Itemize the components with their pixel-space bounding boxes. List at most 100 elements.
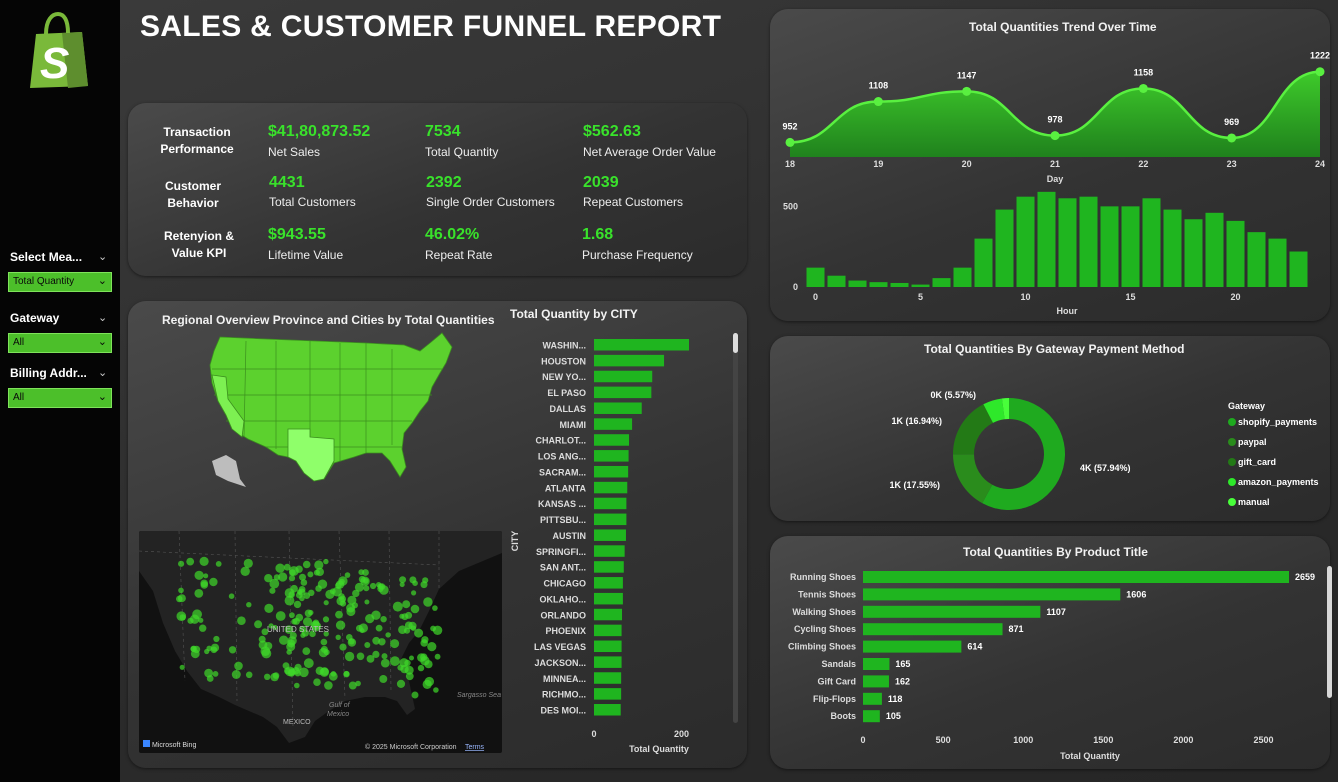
day-point[interactable] <box>785 137 795 147</box>
city-bar[interactable] <box>594 656 622 668</box>
map-bubble <box>295 613 304 622</box>
city-bar[interactable] <box>594 545 625 557</box>
product-bar[interactable] <box>863 605 1041 618</box>
product-bar[interactable] <box>863 692 882 705</box>
product-bar[interactable] <box>863 675 889 688</box>
map-bubble <box>300 579 308 586</box>
hour-bar[interactable] <box>1058 198 1077 287</box>
day-point[interactable] <box>962 86 972 96</box>
hour-bar[interactable] <box>1184 219 1203 287</box>
hour-bar[interactable] <box>911 284 930 287</box>
legend-item[interactable]: gift_card <box>1238 457 1276 467</box>
city-bar[interactable] <box>594 688 622 700</box>
hour-bar[interactable] <box>1205 212 1224 287</box>
hour-bar[interactable] <box>1016 196 1035 287</box>
product-bar-chart[interactable]: Running Shoes 2659 Tennis Shoes 1606 Walking… <box>770 536 1330 769</box>
city-bar[interactable] <box>594 529 626 541</box>
city-bar[interactable] <box>594 640 622 653</box>
day-point[interactable] <box>1050 131 1060 141</box>
hour-bar[interactable] <box>1226 220 1245 287</box>
day-point[interactable] <box>1138 83 1148 93</box>
product-bar[interactable] <box>863 640 962 653</box>
chevron-down-icon[interactable]: ⌄ <box>98 250 107 263</box>
city-bar[interactable] <box>594 561 624 573</box>
sidebar: S Select Mea... ⌄ Total Quantity ⌄ Gatew… <box>0 0 120 782</box>
measure-select[interactable]: Total Quantity ⌄ <box>8 272 112 292</box>
hour-bar[interactable] <box>1289 251 1308 287</box>
hour-bar[interactable] <box>848 280 867 287</box>
trend-charts[interactable]: 952 18 1108 19 1147 20 978 21 1158 22 969 23 1222 24 D… <box>770 9 1330 321</box>
hour-bar[interactable] <box>1100 206 1119 287</box>
product-bar[interactable] <box>863 710 880 723</box>
map-bubble <box>286 642 296 652</box>
product-bar[interactable] <box>863 588 1121 601</box>
hour-bar[interactable] <box>974 238 993 287</box>
legend-item[interactable]: amazon_payments <box>1238 477 1319 487</box>
city-bar[interactable] <box>594 672 622 684</box>
city-bar[interactable] <box>594 577 623 589</box>
donut-slice[interactable] <box>953 404 993 455</box>
hour-bar[interactable] <box>1142 198 1161 287</box>
alaska-region[interactable] <box>212 455 246 487</box>
city-bar[interactable] <box>594 386 652 399</box>
bubble-map-canvas: UNITED STATES Gulf of Mexico MEXICO Sarg… <box>139 531 502 751</box>
product-bar[interactable] <box>863 623 1003 636</box>
hour-bar[interactable] <box>995 209 1014 287</box>
hour-bar[interactable] <box>953 267 972 287</box>
city-bar[interactable] <box>594 465 629 478</box>
hour-bar[interactable] <box>1079 196 1098 287</box>
city-bar[interactable] <box>594 704 621 716</box>
legend-item[interactable]: paypal <box>1238 437 1267 447</box>
chevron-down-icon[interactable]: ⌄ <box>98 311 107 324</box>
city-bar[interactable] <box>594 370 653 383</box>
gateway-select[interactable]: All ⌄ <box>8 333 112 353</box>
city-bar[interactable] <box>594 608 623 621</box>
map-bubble <box>339 600 347 607</box>
scrollbar[interactable] <box>1327 566 1332 698</box>
city-scroll-track[interactable] <box>733 333 738 723</box>
city-bar[interactable] <box>594 624 622 637</box>
city-bar-chart[interactable]: WASHIN... HOUSTON NEW YO... EL PASO DALLAS MI… <box>504 329 742 763</box>
us-filled-map[interactable] <box>206 329 461 489</box>
hour-bar[interactable] <box>1247 232 1266 287</box>
hour-bar[interactable] <box>1268 238 1287 287</box>
hour-bar[interactable] <box>890 282 909 287</box>
city-bar[interactable] <box>594 450 629 462</box>
city-scroll-thumb[interactable] <box>733 333 738 353</box>
map-bubble <box>324 681 333 690</box>
hour-bar[interactable] <box>806 267 825 287</box>
hour-bar[interactable] <box>932 278 951 287</box>
legend-item[interactable]: shopify_payments <box>1238 417 1317 427</box>
product-bar[interactable] <box>863 571 1289 583</box>
city-bar[interactable] <box>594 339 689 351</box>
day-point[interactable] <box>873 97 883 107</box>
city-bar[interactable] <box>594 402 642 414</box>
hour-bar[interactable] <box>1121 206 1140 287</box>
city-bar[interactable] <box>594 513 627 526</box>
city-bar[interactable] <box>594 418 633 430</box>
hour-bar[interactable] <box>869 282 888 287</box>
gateway-donut-chart[interactable]: 4K (57.94%) 1K (16.94%) 1K (17.55%) 0K (5.5… <box>770 336 1330 521</box>
product-bar[interactable] <box>863 658 890 670</box>
billing-select[interactable]: All ⌄ <box>8 388 112 408</box>
city-bar[interactable] <box>594 592 623 605</box>
terms-link[interactable]: Terms <box>465 744 485 751</box>
map-bubble <box>409 576 417 584</box>
day-point[interactable] <box>1315 67 1325 77</box>
city-bar[interactable] <box>594 497 627 510</box>
day-point[interactable] <box>1227 133 1237 143</box>
hour-bar[interactable] <box>1037 191 1056 287</box>
bubble-map[interactable]: UNITED STATES Gulf of Mexico MEXICO Sarg… <box>139 531 502 753</box>
hour-bar[interactable] <box>1163 209 1182 287</box>
city-bar[interactable] <box>594 434 630 446</box>
map-bubble <box>427 642 437 652</box>
gateway-select-value: All <box>13 337 25 348</box>
city-label: JACKSON... <box>534 658 586 668</box>
city-bar[interactable] <box>594 481 628 494</box>
chevron-down-icon[interactable]: ⌄ <box>98 366 107 379</box>
hour-bar[interactable] <box>827 275 846 287</box>
map-bubble <box>190 649 200 659</box>
city-bar[interactable] <box>594 354 665 367</box>
map-bubble <box>288 575 296 582</box>
legend-item[interactable]: manual <box>1238 497 1270 507</box>
